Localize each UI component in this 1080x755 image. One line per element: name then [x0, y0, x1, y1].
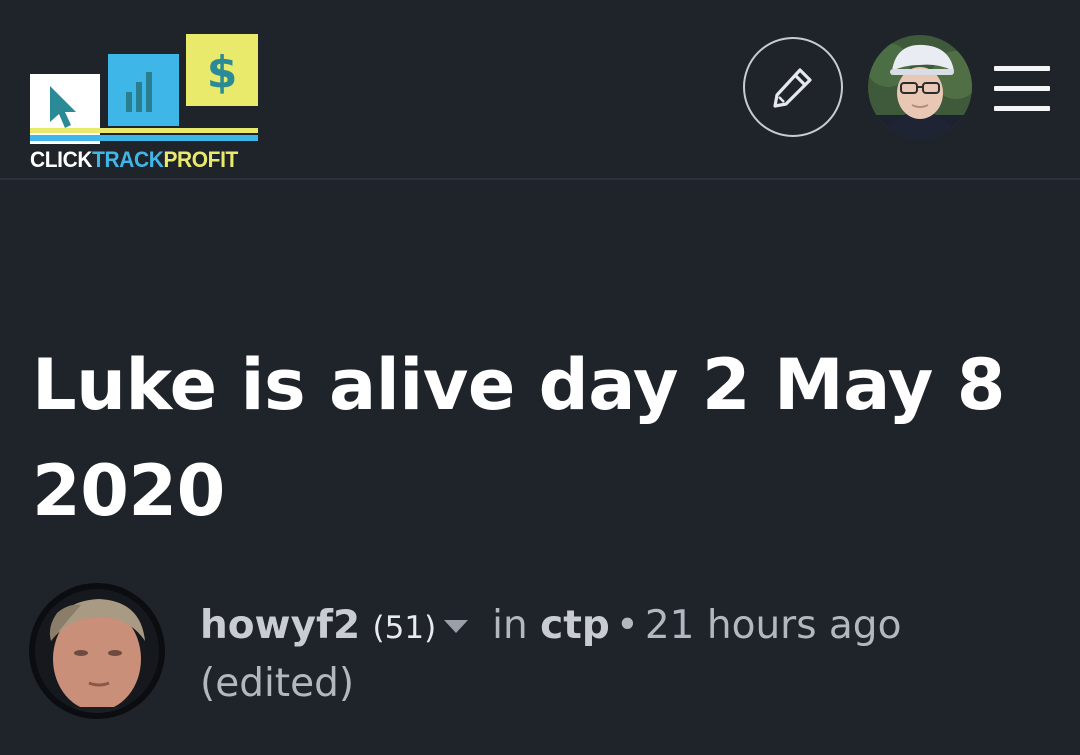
author-avatar[interactable]: [29, 583, 165, 719]
dollar-sign: $: [207, 47, 238, 98]
write-post-button[interactable]: [743, 37, 843, 137]
top-navigation-bar: $ CLICKTRACKPROFIT: [0, 0, 1080, 180]
logo-wordmark: CLICKTRACKPROFIT: [30, 147, 238, 173]
post-title: Luke is alive day 2 May 8 2020: [32, 344, 1005, 532]
author-name-link[interactable]: howyf2: [200, 603, 360, 648]
author-reputation: (51): [372, 610, 437, 646]
community-link[interactable]: ctp: [540, 603, 610, 648]
logo-graphic: $: [30, 34, 258, 144]
in-label: in: [492, 603, 528, 648]
author-avatar-image: [31, 585, 163, 717]
author-dropdown-caret-icon[interactable]: [444, 620, 469, 633]
logo-word-profit: PROFIT: [163, 147, 238, 172]
pencil-icon: [773, 68, 812, 108]
user-avatar[interactable]: [868, 35, 972, 139]
logo-word-track: TRACK: [92, 147, 164, 172]
logo-word-click: CLICK: [30, 147, 93, 172]
hamburger-menu-icon: [994, 66, 1050, 71]
post-meta: howyf2 (51) in ctp • 21 hours ago (edited): [200, 598, 1060, 712]
clicktrackprofit-logo[interactable]: $ CLICKTRACKPROFIT: [28, 34, 260, 174]
user-avatar-image: [868, 35, 972, 139]
hamburger-menu-button[interactable]: [990, 60, 1054, 116]
post-timestamp[interactable]: 21 hours ago: [645, 603, 902, 648]
edited-label: (edited): [200, 661, 355, 706]
meta-separator: •: [615, 603, 639, 648]
